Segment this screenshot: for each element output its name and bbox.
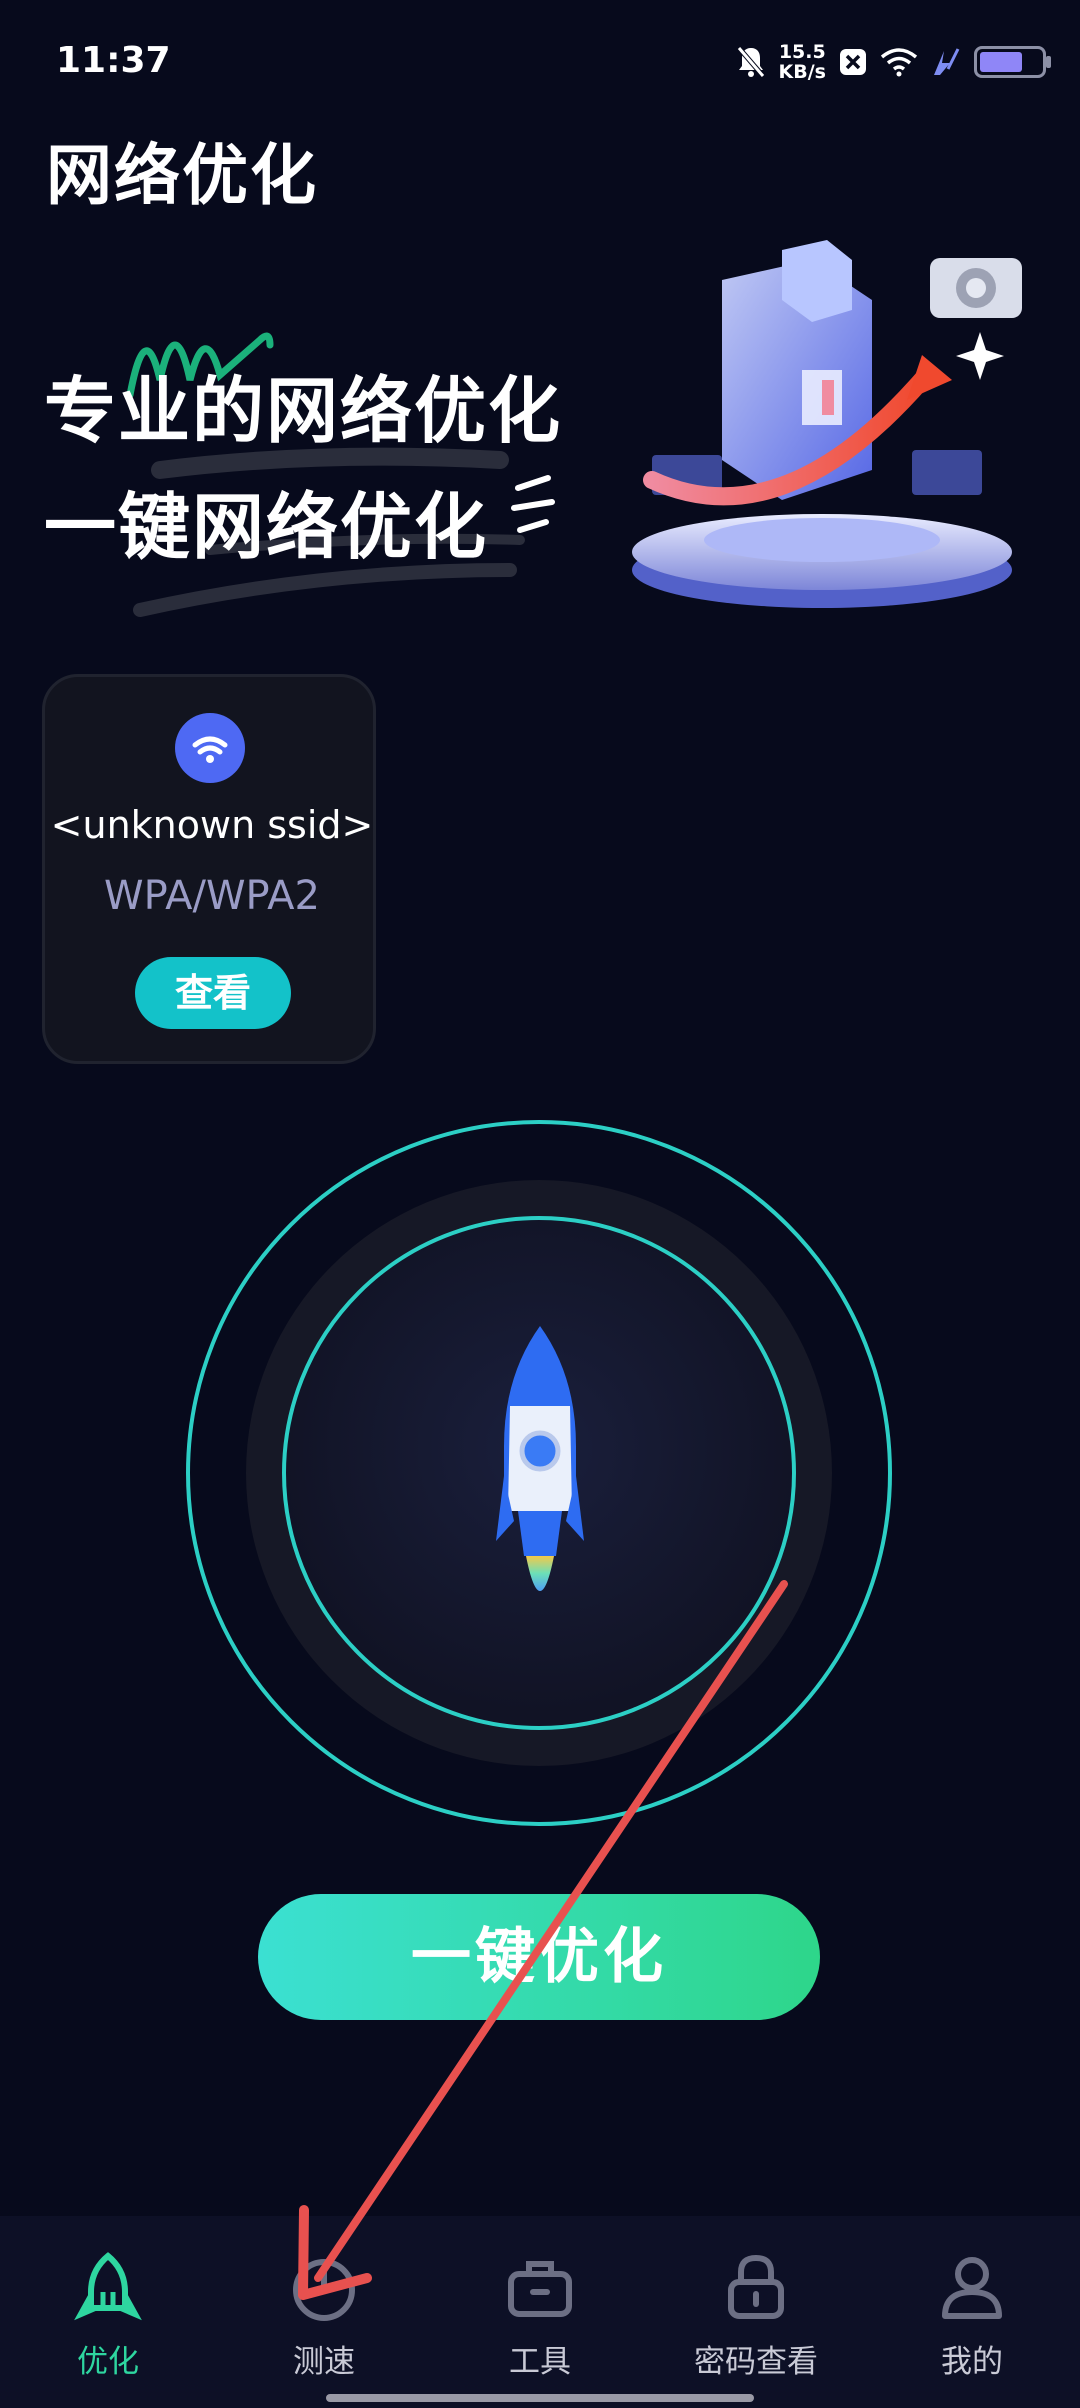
wifi-badge [175, 713, 245, 783]
view-wifi-button[interactable]: 查看 [135, 957, 291, 1029]
net-speed: 15.5 KB/s [779, 42, 826, 82]
banner-slogan-line2: 一键网络优化 [44, 485, 489, 569]
nav-item-tools[interactable]: 工具 [432, 2216, 648, 2408]
nav-item-password[interactable]: 密码查看 [648, 2216, 864, 2408]
user-icon [942, 2257, 1002, 2319]
rocket-icon [496, 1326, 584, 1591]
close-badge-icon [840, 49, 866, 75]
speedometer-icon [293, 2259, 355, 2321]
status-time: 11:37 [56, 40, 171, 81]
bell-muted-icon [736, 46, 765, 78]
battery-fill [980, 52, 1022, 72]
status-icons: 15.5 KB/s [735, 40, 1051, 84]
wifi-ssid: <unknown ssid> [50, 803, 374, 847]
one-click-optimize-button[interactable]: 一键优化 [258, 1894, 820, 2020]
network-illustration [632, 240, 1022, 608]
home-indicator [326, 2394, 754, 2402]
wifi-icon [192, 736, 228, 763]
wifi-security: WPA/WPA2 [104, 873, 320, 919]
nav-label-password: 密码查看 [694, 2344, 818, 2380]
wifi-info-card: <unknown ssid> WPA/WPA2 查看 [42, 674, 376, 1064]
page-title: 网络优化 [46, 137, 318, 214]
nav-item-speedtest[interactable]: 测速 [216, 2216, 432, 2408]
nav-item-profile[interactable]: 我的 [864, 2216, 1080, 2408]
nav-label-speedtest: 测速 [293, 2344, 355, 2380]
nav-label-optimize: 优化 [77, 2344, 139, 2380]
net-speed-value: 15.5 [778, 41, 826, 63]
battery-icon [974, 46, 1051, 78]
nav-label-tools: 工具 [509, 2344, 571, 2380]
rocket-icon [74, 2252, 142, 2321]
toolbox-icon [508, 2261, 572, 2317]
bottom-nav: 优化 测速 工具 密码查看 我的 [0, 2216, 1080, 2408]
nav-label-profile: 我的 [941, 2344, 1003, 2380]
wifi-icon [880, 48, 918, 77]
lock-icon [728, 2254, 784, 2319]
charging-icon [934, 48, 960, 75]
net-speed-unit: KB/s [778, 61, 826, 83]
banner-slogan-line1: 专业的网络优化 [44, 369, 563, 453]
nav-item-optimize[interactable]: 优化 [0, 2216, 216, 2408]
sparkle-dashes-icon [511, 475, 555, 533]
